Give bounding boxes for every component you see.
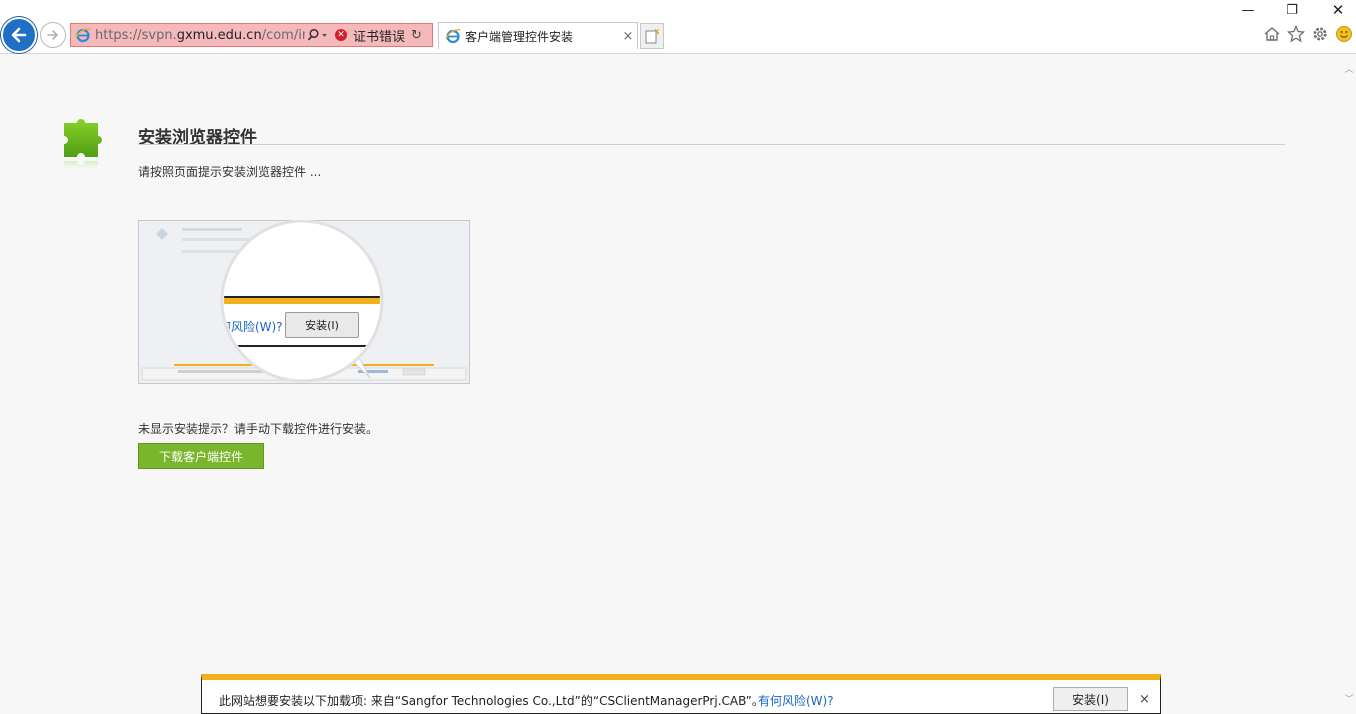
tab-close-button[interactable]: × [619, 29, 637, 44]
feedback-button[interactable] [1332, 23, 1356, 45]
lens-bar-top [224, 296, 380, 304]
address-url[interactable]: https://svpn.gxmu.edu.cn/com/instal [95, 28, 305, 43]
addon-notification-bar: 此网站想要安装以下加载项: 来自“Sangfor Technologies Co… [201, 674, 1161, 714]
restore-button[interactable]: ❐ [1270, 0, 1314, 20]
new-tab-icon [645, 28, 659, 44]
magnified-lens: 何风险(W)? 安装(I) [224, 223, 380, 379]
back-arrow-icon [11, 27, 27, 43]
search-dropdown[interactable] [305, 28, 331, 42]
forward-arrow-icon [47, 30, 58, 40]
favorites-button[interactable] [1284, 23, 1308, 45]
vertical-scrollbar[interactable]: ︿ ﹀ [1342, 55, 1356, 714]
ie-logo-icon [75, 28, 91, 43]
risk-link[interactable]: 有何风险(W)? [758, 692, 834, 709]
toolbar-icons [1260, 23, 1356, 45]
page-content: 安装浏览器控件 请按照页面提示安装浏览器控件 ... 何风险(W)? 安装(I)… [0, 55, 1342, 714]
favorites-star-icon [1287, 25, 1305, 43]
no-prompt-text: 未显示安装提示？请手动下载控件进行安装。 [138, 422, 379, 436]
refresh-icon[interactable]: ↻ [411, 28, 422, 43]
tab-active[interactable]: 客户端管理控件安装 × [438, 22, 638, 49]
scroll-up-icon[interactable]: ︿ [1344, 65, 1354, 75]
lens-bar-bottom [224, 345, 380, 347]
download-client-button[interactable]: 下载客户端控件 [138, 443, 264, 469]
browser-chrome: — ❐ ✕ https://svpn.gxmu.edu.cn/com/insta… [0, 0, 1356, 54]
tab-title: 客户端管理控件安装 [465, 29, 574, 44]
ie-logo-icon [445, 29, 461, 44]
url-host: gxmu.edu.cn [176, 27, 262, 43]
lens-install-button: 安装(I) [285, 312, 359, 338]
close-window-button[interactable]: ✕ [1316, 0, 1356, 20]
url-suffix: /com/instal [261, 27, 305, 43]
page-instruction: 请按照页面提示安装浏览器控件 ... [138, 165, 322, 179]
smiley-feedback-icon [1336, 26, 1352, 42]
cert-error-label: 证书错误 [353, 29, 406, 45]
tools-button[interactable] [1308, 23, 1332, 45]
url-prefix: https://svpn. [95, 27, 177, 43]
cert-error-icon: ✕ [335, 29, 347, 41]
install-illustration: 何风险(W)? 安装(I) [138, 220, 470, 384]
minimize-button[interactable]: — [1226, 0, 1270, 20]
install-addon-button[interactable]: 安装(I) [1053, 687, 1128, 711]
home-button[interactable] [1260, 23, 1284, 45]
forward-button[interactable] [40, 22, 66, 48]
address-bar[interactable]: https://svpn.gxmu.edu.cn/com/instal ✕ 证书… [70, 23, 433, 47]
gear-icon [1313, 27, 1327, 41]
lens-risk-link: 何风险(W)? [224, 320, 283, 334]
title-divider [138, 144, 1285, 145]
home-icon [1264, 27, 1280, 41]
cert-error-indicator[interactable]: ✕ 证书错误 [335, 26, 405, 45]
new-tab-button[interactable] [640, 23, 664, 49]
search-icon [307, 28, 327, 41]
notification-close-button[interactable]: × [1139, 692, 1150, 707]
scroll-down-icon[interactable]: ﹀ [1344, 695, 1354, 705]
back-button[interactable] [1, 17, 37, 53]
addon-message: 此网站想要安装以下加载项: 来自“Sangfor Technologies Co… [219, 694, 764, 708]
puzzle-icon [64, 119, 102, 171]
